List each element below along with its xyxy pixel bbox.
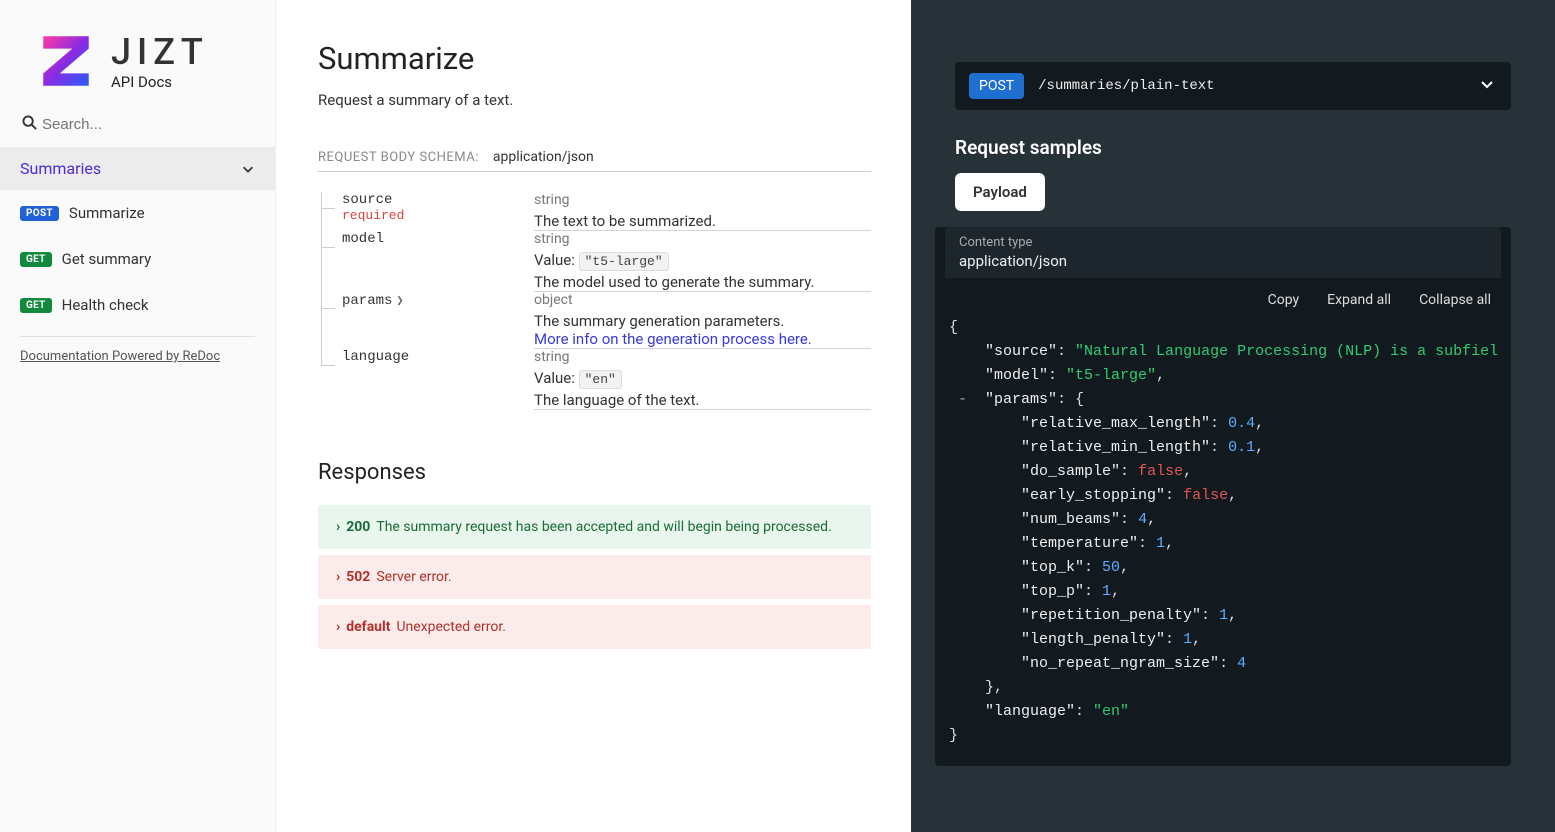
response-200[interactable]: › 200 The summary request has been accep…	[318, 505, 871, 549]
schema-content-type: application/json	[493, 149, 594, 165]
value-label: Value:	[534, 251, 575, 269]
response-text: Server error.	[376, 569, 451, 585]
search-icon	[22, 115, 37, 134]
code-actions: Copy Expand all Collapse all	[935, 278, 1511, 316]
method-badge: POST	[20, 206, 59, 221]
content-type-bar[interactable]: Content type application/json	[945, 227, 1501, 278]
divider	[20, 336, 255, 337]
copy-button[interactable]: Copy	[1268, 292, 1300, 308]
schema-label: REQUEST BODY SCHEMA:	[318, 150, 479, 165]
json-sample[interactable]: { "source": "Natural Language Processing…	[935, 316, 1511, 748]
chevron-down-icon	[241, 162, 255, 176]
response-502[interactable]: › 502 Server error.	[318, 555, 871, 599]
param-desc: The summary generation parameters.	[534, 312, 871, 330]
nav-item-label: Get summary	[62, 250, 152, 268]
tab-payload[interactable]: Payload	[955, 173, 1045, 211]
responses-heading: Responses	[318, 460, 871, 485]
code-sample-box: Content type application/json Copy Expan…	[935, 227, 1511, 766]
request-samples-heading: Request samples	[955, 136, 1511, 159]
chevron-right-icon: ›	[336, 619, 340, 635]
nav-item-health-check[interactable]: GET Health check	[0, 282, 275, 328]
value-label: Value:	[534, 369, 575, 387]
nav-item-label: Summarize	[69, 204, 145, 222]
method-badge: GET	[20, 298, 52, 313]
http-method-badge: POST	[969, 73, 1024, 99]
param-type: string	[534, 349, 871, 365]
param-desc: The language of the text.	[534, 391, 871, 409]
param-type: string	[534, 231, 871, 247]
response-code: default	[346, 619, 390, 635]
page-description: Request a summary of a text.	[318, 91, 871, 109]
param-name: language	[342, 349, 534, 365]
endpoint-bar[interactable]: POST /summaries/plain-text	[955, 62, 1511, 110]
param-type: object	[534, 292, 871, 308]
param-row-language: language string Value: "en" The language…	[318, 349, 871, 410]
main-content: Summarize Request a summary of a text. R…	[276, 0, 911, 832]
param-row-params: params❯ object The summary generation pa…	[318, 292, 871, 349]
content-type-label: Content type	[959, 235, 1487, 250]
response-text: Unexpected error.	[396, 619, 506, 635]
code-panel: POST /summaries/plain-text Request sampl…	[911, 0, 1555, 832]
param-name: model	[342, 231, 534, 247]
response-default[interactable]: › default Unexpected error.	[318, 605, 871, 649]
nav-section-label: Summaries	[20, 159, 101, 178]
response-code: 200	[346, 519, 370, 535]
page-title: Summarize	[318, 40, 871, 77]
method-badge: GET	[20, 252, 52, 267]
param-desc: The model used to generate the summary.	[534, 273, 871, 291]
nav-item-summarize[interactable]: POST Summarize	[0, 190, 275, 236]
param-default-value: "en"	[579, 370, 622, 389]
param-name-expandable[interactable]: params❯	[342, 293, 404, 309]
required-label: required	[342, 208, 534, 223]
brand-logo: JIZT API Docs	[0, 0, 275, 112]
logo-icon	[35, 30, 97, 92]
param-type: string	[534, 192, 871, 208]
chevron-down-icon	[1479, 76, 1495, 96]
nav-item-get-summary[interactable]: GET Get summary	[0, 236, 275, 282]
param-link[interactable]: More info on the generation process here…	[534, 330, 812, 348]
response-text: The summary request has been accepted an…	[376, 519, 831, 535]
content-type-value: application/json	[959, 252, 1487, 270]
brand-subtitle: API Docs	[111, 73, 209, 91]
sidebar: JIZT API Docs Summaries POST Summarize G…	[0, 0, 276, 832]
param-row-source: source required string The text to be su…	[318, 192, 871, 231]
search-input[interactable]	[20, 112, 255, 137]
endpoint-path: /summaries/plain-text	[1038, 78, 1214, 94]
response-code: 502	[346, 569, 370, 585]
brand-name: JIZT	[111, 31, 209, 73]
expand-all-button[interactable]: Expand all	[1327, 292, 1391, 308]
schema-header: REQUEST BODY SCHEMA: application/json	[318, 149, 871, 172]
nav-section-summaries[interactable]: Summaries	[0, 147, 275, 190]
powered-by-link[interactable]: Documentation Powered by ReDoc	[0, 345, 275, 368]
chevron-right-icon: ❯	[396, 293, 403, 308]
param-desc: The text to be summarized.	[534, 212, 871, 230]
chevron-right-icon: ›	[336, 519, 340, 535]
chevron-right-icon: ›	[336, 569, 340, 585]
nav-item-label: Health check	[62, 296, 149, 314]
param-name: source	[342, 192, 534, 208]
param-default-value: "t5-large"	[579, 252, 669, 271]
params-table: source required string The text to be su…	[318, 192, 871, 410]
collapse-all-button[interactable]: Collapse all	[1419, 292, 1491, 308]
param-row-model: model string Value: "t5-large" The model…	[318, 231, 871, 292]
